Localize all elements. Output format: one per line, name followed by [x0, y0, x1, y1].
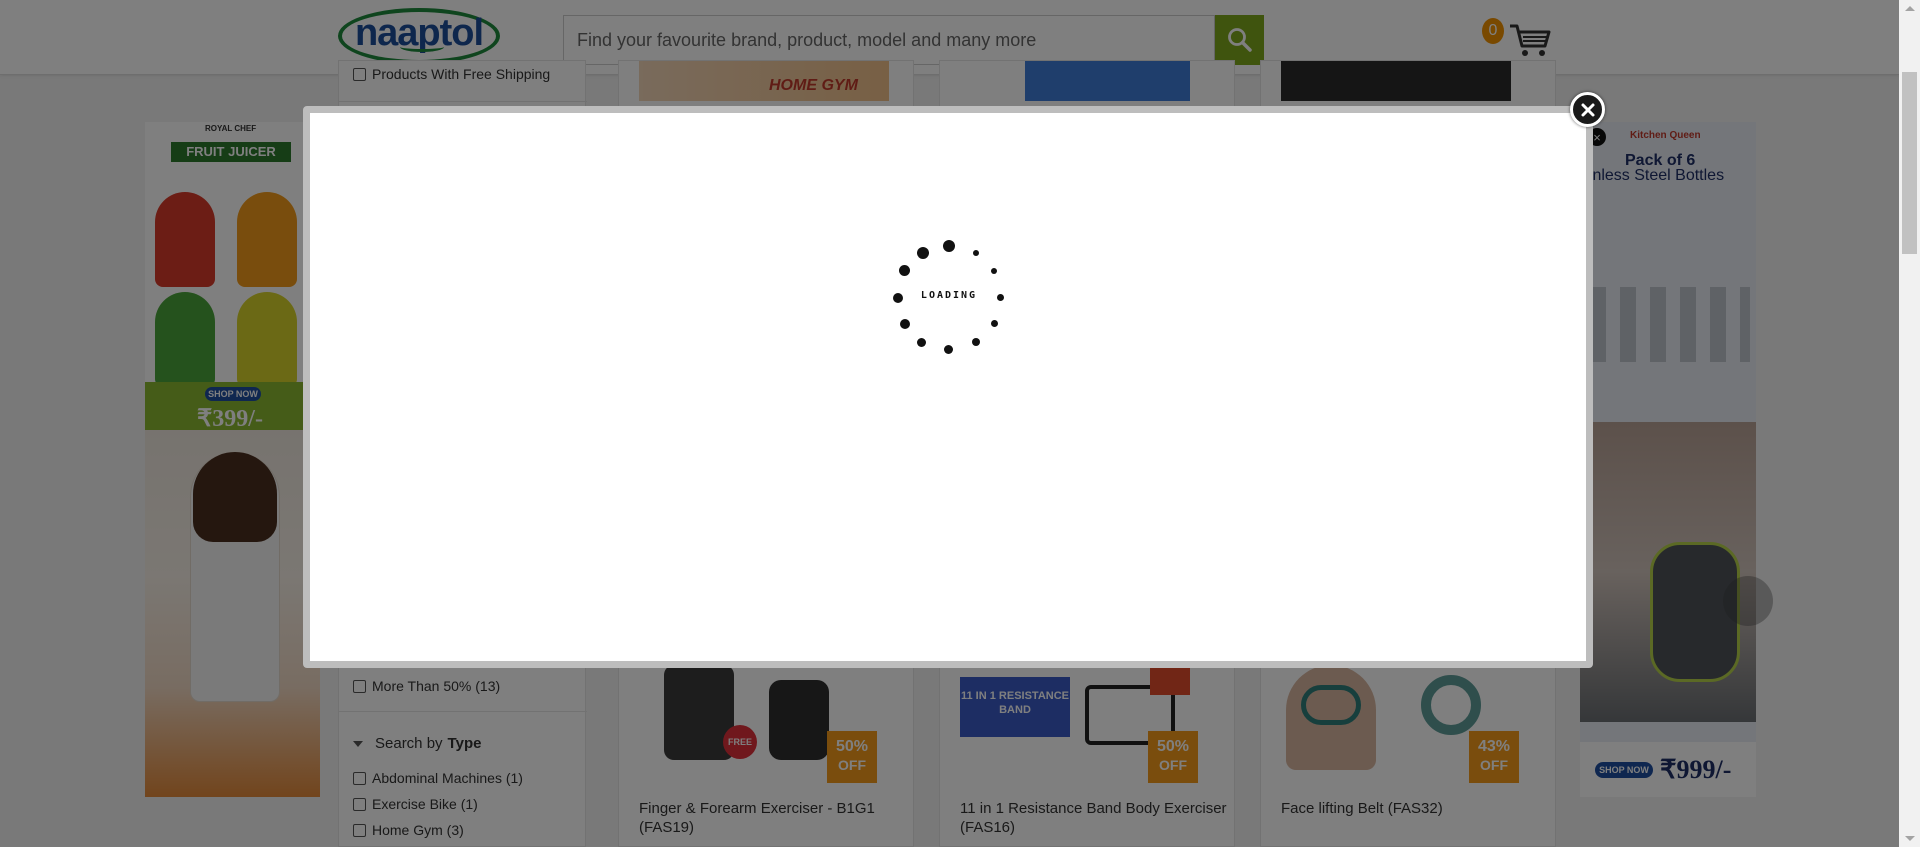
spinner-dot: [943, 240, 955, 252]
spinner-dot: [917, 338, 926, 347]
loading-text: LOADING: [920, 290, 978, 301]
spinner-dot: [991, 320, 998, 327]
spinner-dot: [899, 265, 910, 276]
spinner-dot: [944, 345, 953, 354]
close-icon: [1581, 103, 1594, 116]
loading-spinner: LOADING: [890, 238, 1008, 356]
modal-close-button[interactable]: [1570, 92, 1605, 127]
spinner-dot: [972, 338, 980, 346]
page-scrollbar[interactable]: [1899, 0, 1920, 847]
scroll-thumb[interactable]: [1902, 72, 1917, 254]
scroll-down-icon[interactable]: [1905, 836, 1915, 841]
spinner-dot: [991, 268, 997, 274]
loading-modal: [303, 106, 1593, 668]
scroll-up-icon[interactable]: [1905, 6, 1915, 11]
spinner-dot: [900, 319, 910, 329]
spinner-dot: [917, 247, 929, 259]
spinner-dot: [973, 250, 979, 256]
